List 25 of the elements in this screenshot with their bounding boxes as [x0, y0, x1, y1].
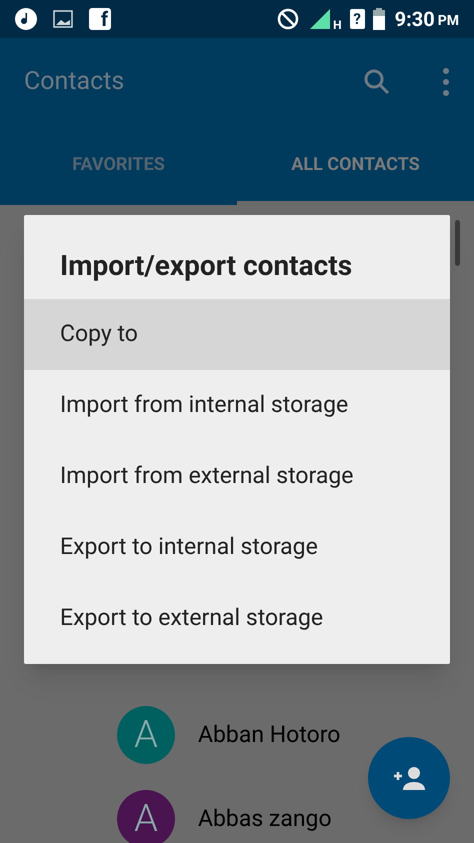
do-not-disturb-icon	[277, 8, 300, 30]
menu-item[interactable]: Export to internal storage	[24, 512, 450, 583]
add-person-icon	[392, 766, 426, 790]
signal-icon	[309, 8, 332, 30]
sim-icon: ?	[350, 9, 365, 29]
contact-name[interactable]: Abbas zango	[198, 802, 332, 836]
menu-item[interactable]: Export to external storage	[24, 583, 450, 654]
more-options-icon[interactable]	[442, 66, 450, 96]
menu-item[interactable]: Copy to	[24, 299, 450, 370]
search-icon[interactable]	[362, 66, 392, 96]
app-notification-icon: f	[89, 8, 111, 30]
battery-icon	[372, 8, 385, 30]
clock-period: PM	[438, 12, 459, 30]
clock-time: 9:30	[394, 6, 435, 33]
image-icon	[53, 10, 73, 28]
music-note-icon	[15, 8, 37, 30]
network-type: H	[333, 17, 342, 34]
menu-item[interactable]: Import from external storage	[24, 441, 450, 512]
contact-avatar: A	[117, 790, 175, 843]
scrollbar	[455, 220, 460, 266]
app-title: Contacts	[24, 66, 126, 98]
contact-name[interactable]: Abban Hotoro	[198, 718, 340, 752]
dialog-title: Import/export contacts	[59, 248, 354, 284]
contact-avatar: A	[117, 706, 175, 764]
menu-item[interactable]: Import from internal storage	[24, 370, 450, 441]
